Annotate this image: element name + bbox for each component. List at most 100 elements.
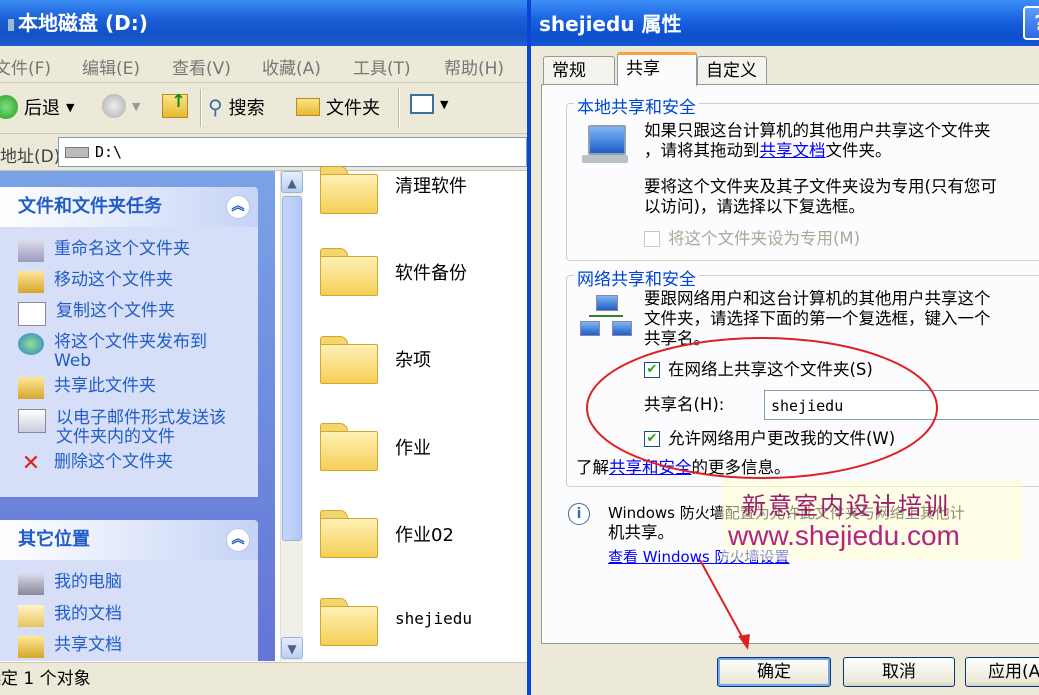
menu-favorites[interactable]: 收藏(A) [262, 54, 321, 79]
allow-change-label: 允许网络用户更改我的文件(W) [668, 429, 896, 448]
info-icon: i [568, 503, 590, 525]
up-folder-button[interactable]: ↑ [162, 91, 188, 118]
explorer-titlebar[interactable]: 本地磁盘 (D:) [0, 0, 527, 46]
folder-icon[interactable] [320, 248, 378, 296]
menu-help[interactable]: 帮助(H) [444, 54, 504, 79]
menu-tools[interactable]: 工具(T) [353, 54, 411, 79]
email-icon [18, 409, 46, 433]
address-input[interactable]: D:\ [58, 137, 527, 167]
rename-icon [18, 240, 44, 262]
task-move[interactable]: 移动这个文件夹 [18, 271, 173, 293]
file-tasks-header[interactable]: 文件和文件夹任务 ︽ [0, 187, 258, 227]
tab-sharing[interactable]: 共享 [617, 52, 697, 86]
place-shared-documents[interactable]: 共享文档 [18, 636, 122, 658]
local-text-1b: ，请将其拖动到共享文档文件夹。 [644, 141, 892, 161]
network-text-b: 文件夹，请选择下面的第一个复选框，键入一个 [644, 309, 991, 328]
share-on-network-checkbox[interactable]: ✔ [644, 362, 660, 378]
dialog-titlebar[interactable]: shejiedu 属性 ? [531, 0, 1039, 46]
learn-post: 的更多信息。 [691, 458, 791, 477]
folders-button[interactable]: 文件夹 [296, 94, 380, 120]
task-rename[interactable]: 重命名这个文件夹 [18, 240, 190, 262]
network-text-c: 共享名。 [644, 329, 710, 348]
back-label: 后退 [24, 98, 60, 119]
views-button[interactable]: ▼ [410, 94, 448, 114]
back-button[interactable]: 后退 ▼ [0, 94, 74, 120]
file-item[interactable]: 杂项 [395, 346, 431, 372]
other-places-title: 其它位置 [18, 529, 90, 550]
tab-customize[interactable]: 自定义 [697, 56, 767, 84]
scroll-down-icon[interactable]: ▼ [281, 637, 303, 659]
up-folder-icon: ↑ [162, 91, 188, 118]
collapse-icon[interactable]: ︽ [226, 195, 250, 219]
toolbar-separator [200, 89, 202, 127]
scroll-thumb[interactable] [282, 196, 302, 541]
forward-button[interactable]: ▼ [102, 94, 140, 118]
search-label: 搜索 [228, 98, 265, 119]
collapse-icon[interactable]: ︽ [226, 528, 250, 552]
share-name-input[interactable]: shejiedu [764, 390, 1039, 420]
file-item[interactable]: shejiedu [395, 609, 472, 628]
search-button[interactable]: ⚲ 搜索 [208, 94, 265, 120]
place-my-documents[interactable]: 我的文档 [18, 605, 122, 627]
properties-dialog: shejiedu 属性 ? 常规 共享 自定义 本地共享和安全 如果只跟这台计算… [527, 0, 1039, 695]
shared-documents-link[interactable]: 共享文档 [760, 141, 826, 160]
task-label: 共享此文件夹 [54, 376, 156, 396]
sharing-security-link[interactable]: 共享和安全 [609, 458, 692, 477]
folder-icon[interactable] [320, 423, 378, 471]
tab-general[interactable]: 常规 [543, 56, 615, 84]
place-label: 我的电脑 [54, 572, 122, 592]
private-checkbox[interactable] [644, 231, 660, 247]
task-publish-web[interactable]: 将这个文件夹发布到Web [18, 333, 238, 371]
apply-button[interactable]: 应用(A) [965, 657, 1039, 687]
move-icon [18, 271, 44, 293]
views-icon [410, 94, 434, 114]
local-text-1b-pre: ，请将其拖动到 [644, 141, 760, 160]
ok-button[interactable]: 确定 [717, 657, 831, 687]
vertical-scrollbar[interactable]: ▲ ▼ [280, 171, 303, 661]
firewall-text-b: 机共享。 [608, 523, 674, 542]
computer-icon [582, 125, 628, 165]
file-tasks-body: 重命名这个文件夹 移动这个文件夹 复制这个文件夹 将这个文件夹发布到Web 共享… [0, 227, 258, 497]
shared-folder-icon [18, 636, 44, 658]
learn-pre: 了解 [576, 458, 609, 477]
other-places-body: 我的电脑 我的文档 共享文档 [0, 560, 258, 661]
share-name-value: shejiedu [771, 397, 844, 415]
folder-icon[interactable] [320, 166, 378, 214]
file-tasks-title: 文件和文件夹任务 [18, 196, 162, 217]
local-text-1b-post: 文件夹。 [825, 141, 892, 160]
file-item[interactable]: 清理软件 [395, 172, 467, 198]
menu-view[interactable]: 查看(V) [172, 54, 231, 79]
folder-icon[interactable] [320, 336, 378, 384]
globe-icon [18, 333, 44, 355]
folder-icon[interactable] [320, 510, 378, 558]
task-delete[interactable]: ✕ 删除这个文件夹 [18, 453, 173, 475]
menu-file[interactable]: 文件(F) [0, 54, 51, 79]
task-email[interactable]: 以电子邮件形式发送该文件夹内的文件 [18, 409, 233, 447]
task-copy[interactable]: 复制这个文件夹 [18, 302, 175, 326]
allow-change-checkbox[interactable]: ✔ [644, 431, 660, 447]
file-item[interactable]: 作业 [395, 434, 431, 460]
chevron-down-icon: ▼ [66, 100, 75, 114]
cancel-button[interactable]: 取消 [843, 657, 955, 687]
network-sharing-label: 网络共享和安全 [574, 265, 699, 290]
task-pane: 文件和文件夹任务 ︽ 重命名这个文件夹 移动这个文件夹 复制这个文件夹 将这个文… [0, 171, 275, 661]
learn-more-text: 了解共享和安全的更多信息。 [576, 458, 791, 478]
task-share[interactable]: 共享此文件夹 [18, 377, 156, 399]
folder-icon[interactable] [320, 598, 378, 646]
task-label: 重命名这个文件夹 [54, 239, 190, 259]
drive-icon [8, 18, 14, 31]
file-item[interactable]: 软件备份 [395, 259, 467, 285]
private-checkbox-label: 将这个文件夹设为专用(M) [668, 229, 861, 248]
file-item[interactable]: 作业02 [395, 521, 454, 547]
copy-icon [18, 302, 46, 326]
status-text: 选定 1 个对象 [0, 669, 91, 689]
network-icon [580, 295, 632, 341]
watermark-title: 新意室内设计培训 [742, 492, 950, 520]
sharing-tab-page: 本地共享和安全 如果只跟这台计算机的其他用户共享这个文件夹 ，请将其拖动到共享文… [541, 84, 1039, 644]
place-my-computer[interactable]: 我的电脑 [18, 573, 122, 595]
help-button[interactable]: ? [1023, 6, 1039, 40]
other-places-header[interactable]: 其它位置 ︽ [0, 520, 258, 560]
menu-edit[interactable]: 编辑(E) [82, 54, 140, 79]
scroll-up-icon[interactable]: ▲ [281, 171, 303, 193]
task-label: 复制这个文件夹 [56, 301, 175, 321]
